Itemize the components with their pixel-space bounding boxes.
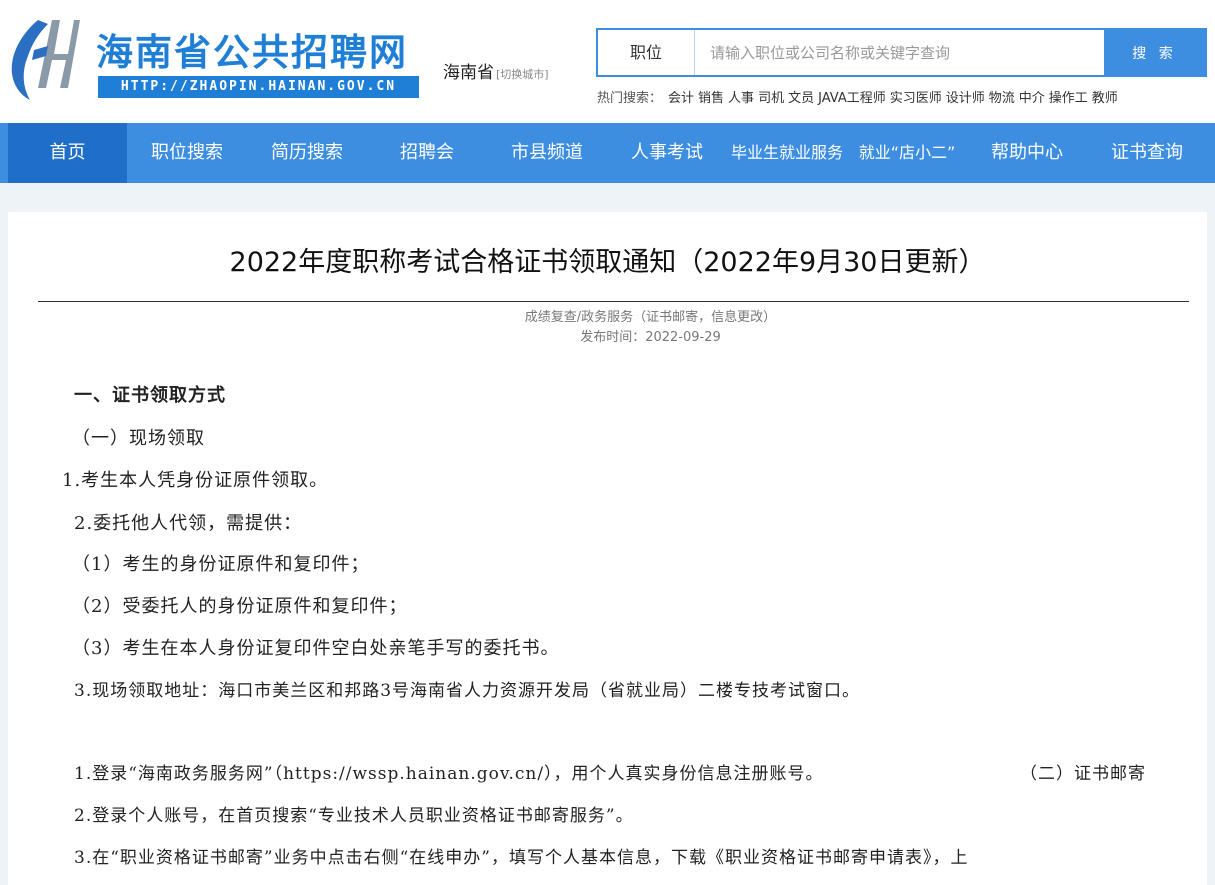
article-paragraph: 3.现场领取地址：海口市美兰区和邦路3号海南省人力资源开发局（省就业局）二楼专技… [74,681,861,701]
hot-search-item[interactable]: 操作工 [1049,91,1088,106]
section-heading: 一、证书领取方式 [74,385,226,406]
article-paragraph: （一）现场领取 [72,428,205,449]
hot-search-item[interactable]: 销售 [698,91,724,106]
main-nav: 首页 职位搜索 简历搜索 招聘会 市县频道 人事考试 毕业生就业服务 就业“店小… [0,123,1215,183]
article-paragraph: 1.考生本人凭身份证原件领取。 [62,470,329,491]
site-title[interactable]: 海南省公共招聘网 [96,22,408,76]
hot-search-label: 热门搜索： [597,91,663,106]
article-category[interactable]: 成绩复查/政务服务（证书邮寄，信息更改） [8,306,1215,325]
hot-search-item[interactable]: 中介 [1019,91,1045,106]
hot-search-item[interactable]: 设计师 [946,91,985,106]
nav-item-personnel-exam[interactable]: 人事考试 [607,123,727,183]
site-header: 海南省公共招聘网 HTTP://ZHAOPIN.HAINAN.GOV.CN 海南… [0,0,1215,123]
search-button[interactable]: 搜 索 [1104,30,1205,75]
hot-search-item[interactable]: 会计 [668,91,694,106]
hot-search: 热门搜索： 会计 销售 人事 司机 文员 JAVA工程师 实习医师 设计师 物流 中介 操作工 教师 [597,87,1122,106]
section-mail-heading: （二）证书邮寄 [1020,764,1146,784]
nav-item-home[interactable]: 首页 [8,123,127,183]
article-paragraph: （1）考生的身份证原件和复印件； [72,554,370,575]
article-title: 2022年度职称考试合格证书领取通知（2022年9月30日更新） [229,247,986,278]
article-paragraph: 2.委托他人代领，需提供： [74,513,303,534]
site-logo-icon[interactable] [8,16,80,102]
nav-item-job-fair[interactable]: 招聘会 [367,123,487,183]
nav-item-certificate-query[interactable]: 证书查询 [1087,123,1207,183]
article-panel: 2022年度职称考试合格证书领取通知（2022年9月30日更新） 成绩复查/政务… [8,212,1207,885]
nav-item-graduate-service[interactable]: 毕业生就业服务 [727,123,847,183]
hot-search-item[interactable]: JAVA工程师 [818,91,886,106]
site-url[interactable]: HTTP://ZHAOPIN.HAINAN.GOV.CN [98,76,419,98]
hot-search-item[interactable]: 司机 [758,91,784,106]
publish-date: 2022-09-29 [645,330,721,345]
nav-item-employment-assistant[interactable]: 就业“店小二” [847,123,967,183]
nav-item-job-search[interactable]: 职位搜索 [127,123,247,183]
hot-search-item[interactable]: 物流 [989,91,1015,106]
article-paragraph: （2）受委托人的身份证原件和复印件； [72,596,408,617]
article-paragraph: 2.登录个人账号，在首页搜索“专业技术人员职业资格证书邮寄服务”。 [74,806,634,826]
nav-item-resume-search[interactable]: 简历搜索 [247,123,367,183]
article-paragraph: 1.登录“海南政务服务网”（https://wssp.hainan.gov.cn… [74,764,824,784]
article-publish-time: 发布时间：2022-09-29 [8,326,1215,345]
search-bar: 职位 搜 索 [596,28,1207,77]
nav-item-city-channel[interactable]: 市县频道 [487,123,607,183]
nav-item-help-center[interactable]: 帮助中心 [967,123,1087,183]
title-divider [38,301,1189,302]
search-input[interactable] [696,30,1106,75]
article-paragraph: 3.在“职业资格证书邮寄”业务中点击右侧“在线申办”，填写个人基本信息，下载《职… [74,848,969,868]
hot-search-item[interactable]: 人事 [728,91,754,106]
hot-search-item[interactable]: 教师 [1092,91,1118,106]
search-type-select[interactable]: 职位 [598,30,695,75]
current-region: 海南省 [切换城市] [443,58,549,83]
publish-label: 发布时间： [580,330,646,345]
hot-search-item[interactable]: 实习医师 [890,91,942,106]
article-paragraph: （3）考生在本人身份证复印件空白处亲笔手写的委托书。 [72,638,560,659]
hot-search-item[interactable]: 文员 [788,91,814,106]
switch-city-link[interactable]: [切换城市] [496,68,549,81]
region-name: 海南省 [443,63,494,83]
